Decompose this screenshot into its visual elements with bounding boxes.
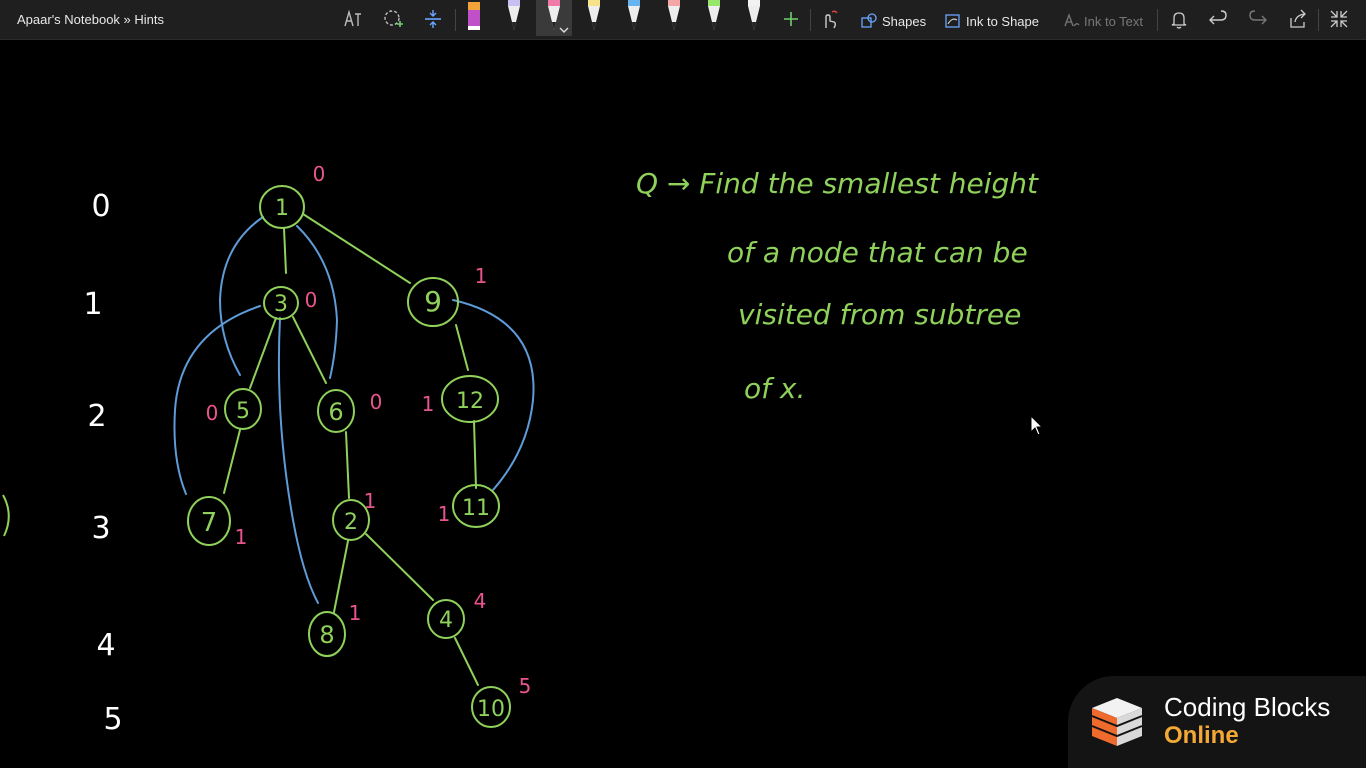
node-annotation: 1 [235,525,248,549]
bell-icon[interactable] [1168,8,1190,30]
ink-to-text-label: Ink to Text [1084,14,1144,29]
watermark-brand: Coding Blocks [1164,692,1331,722]
node-label: 11 [462,496,490,521]
node-annotation: 4 [474,589,487,613]
touch-drawing-icon[interactable] [818,8,840,30]
shapes-button[interactable]: Shapes [860,12,926,30]
share-icon[interactable] [1287,8,1309,30]
node-label: 4 [439,608,453,633]
coding-blocks-watermark: Coding Blocks Online [1068,676,1366,768]
chevron-down-icon[interactable] [558,24,570,36]
pen-yellow-icon[interactable] [585,0,603,36]
undo-icon[interactable] [1207,8,1229,30]
ink-to-text-button: Ink to Text [1062,12,1143,30]
question-line: Q → Find the smallest height [636,167,1039,200]
pen-white-icon[interactable] [745,0,763,36]
redo-icon [1247,8,1269,30]
notebook-toolbar: Apaar's Notebook » Hints Shapes Ink to S… [0,0,1366,40]
question-line: of a node that can be [727,236,1028,269]
toolbar-separator [1318,9,1319,31]
tree-edge-1-9 [302,213,411,284]
node-annotation: 0 [305,288,318,312]
pen-purple-icon[interactable] [465,0,483,36]
tree-edge-12-11 [473,420,477,489]
pen-blue-icon[interactable] [625,0,643,36]
node-label: 6 [328,398,343,426]
tree-edge-1-3 [283,227,287,274]
node-label: 7 [201,508,218,538]
node-label: 2 [344,510,358,535]
tree-edge-3-6 [292,316,327,384]
level-label: 5 [103,702,122,737]
ink-to-shape-button[interactable]: Ink to Shape [944,12,1039,30]
tree-edge-2-4 [365,533,434,601]
question-line: of x. [744,372,805,405]
question-line: visited from subtree [738,298,1021,331]
back-edge-1-to-5 [218,216,264,376]
toolbar-separator [1157,9,1158,31]
tree-edge-2-8 [333,540,349,613]
level-labels: 0 1 2 3 4 5 [83,189,122,737]
level-label: 0 [91,189,110,224]
lasso-select-icon[interactable] [382,8,404,30]
level-label: 1 [83,287,102,322]
level-label: 3 [91,511,110,546]
shapes-label: Shapes [882,14,927,29]
tree-edge-6-2 [345,431,350,499]
node-label: 8 [319,621,334,649]
pen-green-icon[interactable] [705,0,723,36]
node-annotation: 1 [438,502,451,526]
node-label: 5 [236,399,250,424]
node-annotation: 1 [422,392,435,416]
node-annotation: 5 [519,674,532,698]
tree-edge-9-12 [455,324,469,371]
node-annotation: 1 [364,489,377,513]
ink-to-shape-label: Ink to Shape [966,14,1039,29]
node-label: 12 [456,389,484,414]
watermark-sub: Online [1164,722,1239,749]
node-annotation: 0 [206,401,219,425]
node-label: 9 [424,285,442,318]
tree-edge-5-7 [223,429,241,494]
add-pen-icon[interactable] [780,8,802,30]
toolbar-separator [810,9,811,31]
lasso-text-select-icon[interactable] [342,8,364,30]
level-label: 2 [87,399,106,434]
node-labels: 1 3 9 5 6 12 7 2 11 8 4 10 [201,196,505,722]
node-label: 1 [275,196,289,221]
node-label: 10 [477,697,505,722]
node-annotation: 0 [313,162,326,186]
node-annotations: 0 0 1 0 0 1 1 1 1 1 4 5 [206,162,532,698]
node-annotation: 1 [349,601,362,625]
node-label: 3 [274,292,288,317]
level-label: 4 [96,628,115,663]
question-text: Q → Find the smallest height of a node t… [636,167,1039,405]
mouse-pointer-icon [1030,414,1044,437]
pen-salmon-icon[interactable] [665,0,683,36]
tree-edge-3-5 [249,317,277,389]
notebook-breadcrumb: Apaar's Notebook » Hints [17,12,165,27]
back-edge-3-to-8 [277,317,319,604]
pen-lavender-icon[interactable] [505,0,523,36]
ink-to-shape-icon [945,14,960,28]
ink-to-text-icon [1064,13,1080,27]
shapes-icon [861,13,877,28]
exit-fullscreen-icon[interactable] [1328,8,1350,30]
tree-nodes [187,185,511,728]
node-annotation: 0 [370,390,383,414]
partial-ink-stroke [2,494,10,537]
ink-canvas[interactable]: 1 3 9 5 6 12 7 2 11 8 4 10 0 0 1 0 0 1 1… [0,40,1366,768]
coding-blocks-logo-icon [1091,698,1143,746]
tree-edge-4-10 [454,637,479,686]
add-space-icon[interactable] [422,8,444,30]
node-annotation: 1 [475,264,488,288]
toolbar-separator [455,9,456,31]
